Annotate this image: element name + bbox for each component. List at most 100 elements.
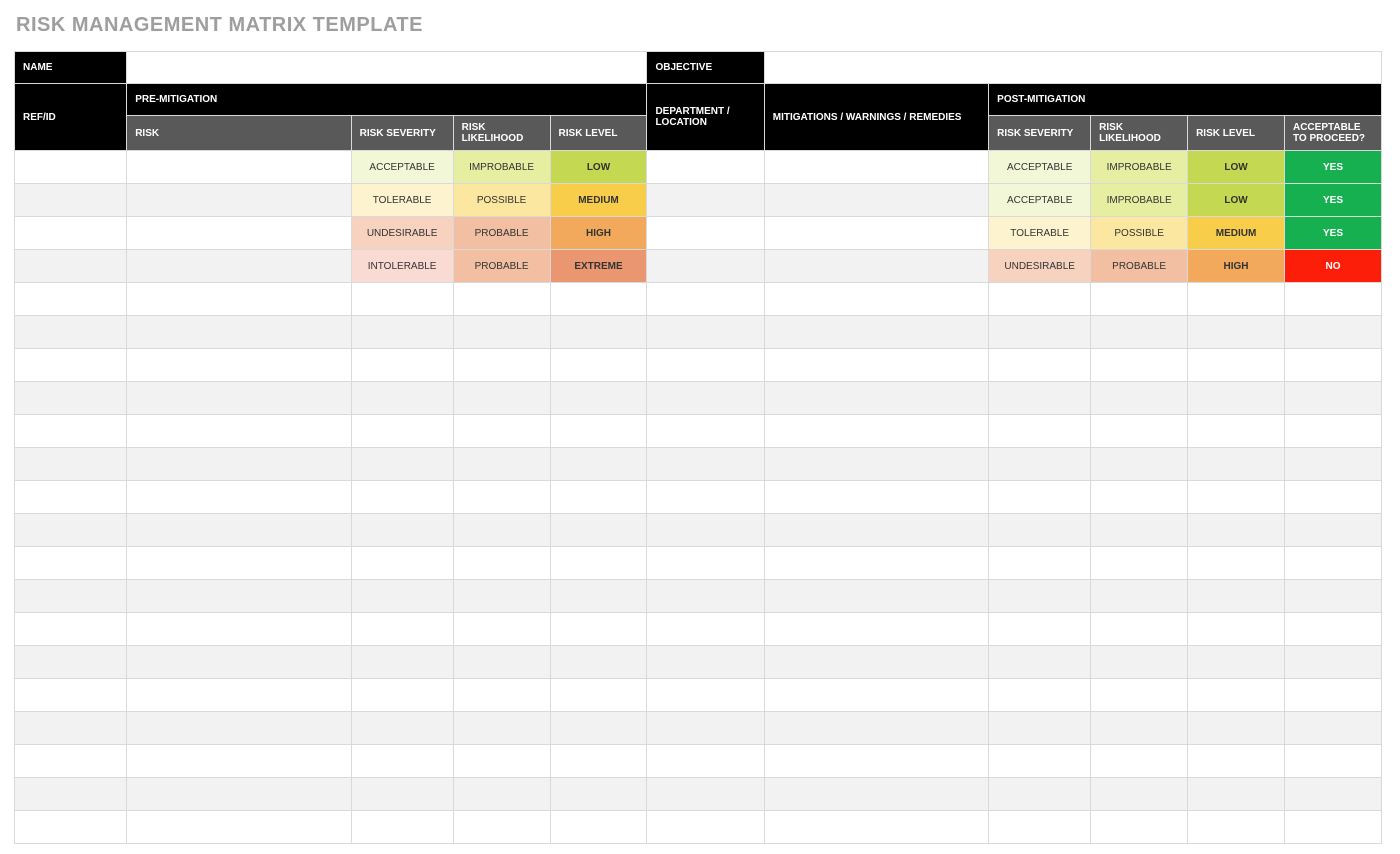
cell-ref-id[interactable]	[15, 448, 127, 481]
cell-pre-likelihood[interactable]	[453, 415, 550, 448]
cell-mitigations[interactable]	[764, 745, 988, 778]
cell-mitigations[interactable]	[764, 679, 988, 712]
cell-ref-id[interactable]	[15, 547, 127, 580]
cell-ref-id[interactable]	[15, 745, 127, 778]
cell-ref-id[interactable]	[15, 778, 127, 811]
cell-pre-likelihood[interactable]: PROBABLE	[453, 250, 550, 283]
cell-post-likelihood[interactable]	[1091, 283, 1188, 316]
cell-pre-level[interactable]	[550, 283, 647, 316]
cell-mitigations[interactable]	[764, 316, 988, 349]
cell-post-severity[interactable]	[989, 580, 1091, 613]
cell-proceed[interactable]	[1284, 547, 1381, 580]
cell-risk[interactable]	[127, 217, 351, 250]
cell-mitigations[interactable]	[764, 151, 988, 184]
cell-post-severity[interactable]: TOLERABLE	[989, 217, 1091, 250]
cell-post-severity[interactable]: UNDESIRABLE	[989, 250, 1091, 283]
cell-post-level[interactable]: LOW	[1188, 151, 1285, 184]
cell-pre-severity[interactable]	[351, 382, 453, 415]
cell-pre-severity[interactable]	[351, 811, 453, 844]
cell-post-severity[interactable]	[989, 349, 1091, 382]
cell-post-level[interactable]	[1188, 811, 1285, 844]
cell-post-level[interactable]	[1188, 382, 1285, 415]
cell-risk[interactable]	[127, 745, 351, 778]
cell-ref-id[interactable]	[15, 349, 127, 382]
cell-mitigations[interactable]	[764, 415, 988, 448]
cell-risk[interactable]	[127, 580, 351, 613]
cell-post-level[interactable]: LOW	[1188, 184, 1285, 217]
cell-dept[interactable]	[647, 514, 764, 547]
cell-post-level[interactable]	[1188, 283, 1285, 316]
cell-risk[interactable]	[127, 679, 351, 712]
cell-dept[interactable]	[647, 250, 764, 283]
cell-post-level[interactable]	[1188, 646, 1285, 679]
cell-pre-severity[interactable]: TOLERABLE	[351, 184, 453, 217]
objective-value[interactable]	[764, 52, 1381, 84]
cell-post-likelihood[interactable]	[1091, 712, 1188, 745]
cell-pre-level[interactable]	[550, 811, 647, 844]
cell-post-likelihood[interactable]	[1091, 778, 1188, 811]
cell-ref-id[interactable]	[15, 184, 127, 217]
cell-risk[interactable]	[127, 646, 351, 679]
cell-mitigations[interactable]	[764, 283, 988, 316]
cell-risk[interactable]	[127, 481, 351, 514]
cell-post-severity[interactable]: ACCEPTABLE	[989, 184, 1091, 217]
cell-pre-level[interactable]	[550, 613, 647, 646]
cell-ref-id[interactable]	[15, 481, 127, 514]
cell-ref-id[interactable]	[15, 217, 127, 250]
cell-post-likelihood[interactable]	[1091, 382, 1188, 415]
cell-pre-level[interactable]	[550, 382, 647, 415]
cell-pre-level[interactable]	[550, 778, 647, 811]
cell-pre-severity[interactable]	[351, 646, 453, 679]
cell-pre-severity[interactable]	[351, 481, 453, 514]
cell-pre-likelihood[interactable]: IMPROBABLE	[453, 151, 550, 184]
cell-proceed[interactable]	[1284, 349, 1381, 382]
cell-pre-level[interactable]	[550, 745, 647, 778]
cell-pre-level[interactable]	[550, 514, 647, 547]
cell-post-likelihood[interactable]	[1091, 415, 1188, 448]
cell-mitigations[interactable]	[764, 712, 988, 745]
cell-proceed[interactable]	[1284, 778, 1381, 811]
cell-pre-likelihood[interactable]	[453, 382, 550, 415]
cell-ref-id[interactable]	[15, 316, 127, 349]
cell-post-severity[interactable]	[989, 811, 1091, 844]
cell-risk[interactable]	[127, 349, 351, 382]
cell-pre-level[interactable]: EXTREME	[550, 250, 647, 283]
cell-pre-level[interactable]	[550, 415, 647, 448]
cell-dept[interactable]	[647, 184, 764, 217]
cell-pre-likelihood[interactable]	[453, 448, 550, 481]
cell-mitigations[interactable]	[764, 646, 988, 679]
cell-pre-level[interactable]	[550, 448, 647, 481]
cell-post-severity[interactable]	[989, 679, 1091, 712]
cell-post-likelihood[interactable]: IMPROBABLE	[1091, 151, 1188, 184]
cell-post-level[interactable]	[1188, 613, 1285, 646]
cell-ref-id[interactable]	[15, 382, 127, 415]
cell-proceed[interactable]	[1284, 745, 1381, 778]
cell-pre-level[interactable]: HIGH	[550, 217, 647, 250]
cell-risk[interactable]	[127, 250, 351, 283]
cell-post-level[interactable]	[1188, 415, 1285, 448]
cell-post-likelihood[interactable]	[1091, 745, 1188, 778]
cell-post-level[interactable]	[1188, 514, 1285, 547]
cell-ref-id[interactable]	[15, 679, 127, 712]
cell-pre-severity[interactable]	[351, 316, 453, 349]
cell-pre-likelihood[interactable]	[453, 514, 550, 547]
cell-dept[interactable]	[647, 448, 764, 481]
cell-post-level[interactable]	[1188, 679, 1285, 712]
cell-mitigations[interactable]	[764, 811, 988, 844]
cell-post-likelihood[interactable]	[1091, 481, 1188, 514]
cell-risk[interactable]	[127, 613, 351, 646]
cell-mitigations[interactable]	[764, 382, 988, 415]
cell-post-severity[interactable]	[989, 382, 1091, 415]
cell-proceed[interactable]	[1284, 613, 1381, 646]
cell-ref-id[interactable]	[15, 580, 127, 613]
cell-ref-id[interactable]	[15, 646, 127, 679]
cell-proceed[interactable]	[1284, 811, 1381, 844]
cell-proceed[interactable]	[1284, 646, 1381, 679]
cell-ref-id[interactable]	[15, 712, 127, 745]
cell-dept[interactable]	[647, 580, 764, 613]
cell-dept[interactable]	[647, 415, 764, 448]
cell-proceed[interactable]	[1284, 415, 1381, 448]
cell-ref-id[interactable]	[15, 283, 127, 316]
cell-mitigations[interactable]	[764, 481, 988, 514]
cell-post-severity[interactable]	[989, 415, 1091, 448]
